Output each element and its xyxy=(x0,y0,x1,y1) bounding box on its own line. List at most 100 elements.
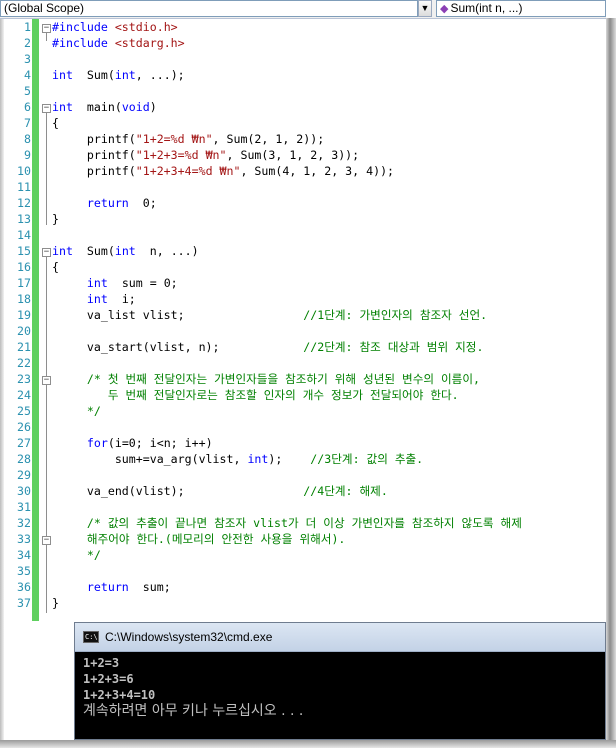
fold-collapse-icon[interactable]: − xyxy=(42,536,51,545)
code-token: <stdarg.h> xyxy=(114,36,185,50)
line-number: 14 xyxy=(17,228,31,242)
line-number: 11 xyxy=(17,180,31,194)
code-editor[interactable]: 1 #include <stdio.h> 2 #include <stdarg.h> 3… xyxy=(4,19,604,621)
code-token: "1+2+3=%d ₩n" xyxy=(135,148,227,162)
code-text: 해주어야 한다.(메모리의 안전한 사용을 위해서). xyxy=(52,531,346,547)
fold-collapse-icon[interactable]: − xyxy=(42,376,51,385)
code-text: printf("1+2+3+4=%d ₩n", Sum(4, 1, 2, 3, … xyxy=(52,163,394,179)
code-token: return xyxy=(86,580,129,594)
console-output-line: 1+2+3+4=10 xyxy=(83,688,156,702)
line-number: 16 xyxy=(17,260,31,274)
console-app-icon: C:\ xyxy=(83,631,99,643)
code-text: return sum; xyxy=(52,579,171,595)
code-token: */ xyxy=(86,404,101,418)
code-token: int xyxy=(52,68,73,82)
code-token: Sum( xyxy=(72,244,115,258)
line-number: 12 xyxy=(17,196,31,210)
code-token: /* 값의 추출이 끝나면 참조자 vlist가 더 이상 가변인자를 참조하지… xyxy=(86,516,522,530)
code-token: <stdio.h> xyxy=(114,20,178,34)
code-token: #include xyxy=(52,36,115,50)
window-shadow-bottom xyxy=(0,740,616,748)
code-text: for(i=0; i<n; i++) xyxy=(52,435,213,451)
code-text: int Sum(int, ...); xyxy=(52,67,185,83)
console-prompt: 계속하려면 아무 키나 누르십시오 . . . xyxy=(83,703,304,719)
code-text: { xyxy=(52,259,59,275)
code-text: /* 값의 추출이 끝나면 참조자 vlist가 더 이상 가변인자를 참조하지… xyxy=(52,515,522,531)
code-token: sum = 0; xyxy=(107,276,178,290)
line-number: 1 xyxy=(24,20,31,34)
code-token: n, ...) xyxy=(135,244,199,258)
line-number: 8 xyxy=(24,132,31,146)
line-number: 15 xyxy=(17,244,31,258)
code-token: printf( xyxy=(52,148,136,162)
code-token: 해주어야 한다.(메모리의 안전한 사용을 위해서). xyxy=(86,532,346,546)
line-number: 5 xyxy=(24,84,31,98)
outline-line xyxy=(46,385,47,415)
line-number: 20 xyxy=(17,324,31,338)
fold-collapse-icon[interactable]: − xyxy=(42,104,51,113)
code-token: //3단계: 값의 추출. xyxy=(310,452,424,466)
console-title-bar[interactable]: C:\ C:\Windows\system32\cmd.exe xyxy=(75,623,605,652)
code-token: { xyxy=(52,260,59,274)
code-text: va_list vlist; //1단계: 가변인자의 참조자 선언. xyxy=(52,307,487,323)
line-number: 6 xyxy=(24,100,31,114)
line-number: 10 xyxy=(17,164,31,178)
code-token: main( xyxy=(72,100,122,114)
outline-line xyxy=(46,545,47,575)
code-token: "1+2=%d ₩n" xyxy=(135,132,213,146)
code-token: return xyxy=(86,196,129,210)
line-number: 28 xyxy=(17,452,31,466)
code-text: va_end(vlist); //4단계: 해제. xyxy=(52,483,388,499)
code-token: "1+2+3+4=%d ₩n" xyxy=(135,164,241,178)
code-token: /* 첫 번째 전달인자는 가변인자들을 참조하기 위해 성년된 변수의 이름이… xyxy=(86,372,480,386)
code-token: , Sum(3, 1, 2, 3)); xyxy=(226,148,360,162)
line-number: 37 xyxy=(17,596,31,610)
code-text: */ xyxy=(52,547,101,563)
scope-dropdown[interactable]: (Global Scope) xyxy=(0,0,418,17)
code-text: int main(void) xyxy=(52,99,157,115)
code-token: , Sum(2, 1, 2)); xyxy=(212,132,325,146)
method-icon: ◆ xyxy=(440,3,449,15)
code-token: (i=0; i<n; i++) xyxy=(107,436,213,450)
line-number: 31 xyxy=(17,500,31,514)
line-number: 32 xyxy=(17,516,31,530)
line-number: 25 xyxy=(17,404,31,418)
code-text: { xyxy=(52,115,59,131)
line-number: 26 xyxy=(17,420,31,434)
console-output-line: 1+2=3 xyxy=(83,656,120,670)
fold-collapse-icon[interactable]: − xyxy=(42,24,51,33)
line-number: 27 xyxy=(17,436,31,450)
window-shadow-right xyxy=(606,18,616,748)
member-dropdown[interactable]: ◆ Sum(int n, ...) xyxy=(436,0,606,17)
code-token: } xyxy=(52,212,59,226)
code-text: 두 번째 전달인자로는 참조할 인자의 개수 정보가 전달되어야 한다. xyxy=(52,387,459,403)
code-token: sum+=va_arg(vlist, xyxy=(52,452,248,466)
scope-dropdown-arrow-icon[interactable]: ▼ xyxy=(418,0,432,17)
line-number: 36 xyxy=(17,580,31,594)
code-token: #include xyxy=(52,20,115,34)
line-number: 21 xyxy=(17,340,31,354)
line-number: 18 xyxy=(17,292,31,306)
code-token: va_end(vlist); xyxy=(52,484,304,498)
code-text: */ xyxy=(52,403,101,419)
code-token: 두 번째 전달인자로는 참조할 인자의 개수 정보가 전달되어야 한다. xyxy=(86,388,459,402)
console-output-line: 1+2+3=6 xyxy=(83,672,134,686)
code-token: int xyxy=(52,100,73,114)
code-token: ) xyxy=(149,100,157,114)
code-text: /* 첫 번째 전달인자는 가변인자들을 참조하기 위해 성년된 변수의 이름이… xyxy=(52,371,480,387)
console-output-area[interactable]: 1+2=3 1+2+3=6 1+2+3+4=10 계속하려면 아무 키나 누르십… xyxy=(75,652,605,739)
line-number: 2 xyxy=(24,36,31,50)
navigation-bar: (Global Scope) ▼ ◆ Sum(int n, ...) xyxy=(0,0,606,19)
console-window[interactable]: C:\ C:\Windows\system32\cmd.exe 1+2=3 1+… xyxy=(74,622,606,740)
code-token: va_list vlist; xyxy=(52,308,304,322)
code-text: } xyxy=(52,211,59,227)
fold-collapse-icon[interactable]: − xyxy=(42,248,51,257)
code-token: printf( xyxy=(52,164,136,178)
code-token: Sum( xyxy=(72,68,115,82)
code-token: */ xyxy=(86,548,101,562)
code-token: i; xyxy=(107,292,136,306)
